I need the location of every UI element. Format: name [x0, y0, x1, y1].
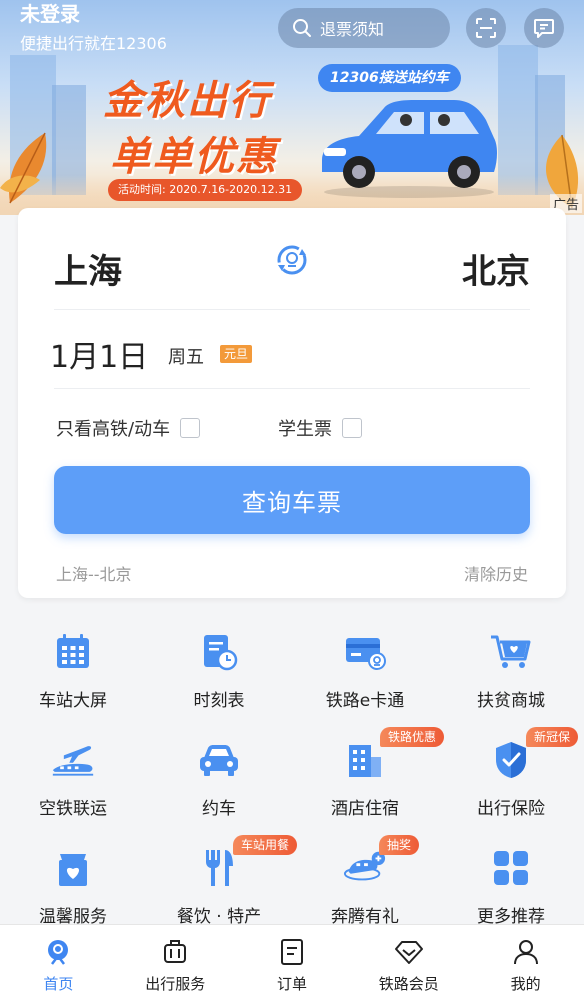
ecard-icon [346, 638, 386, 670]
service-air-rail[interactable]: 空铁联运 [0, 728, 146, 833]
car-illustration-icon [322, 100, 497, 198]
service-grid: 车站大屏 时刻表 铁路e卡通 扶贫商城 空铁联运 约车 酒店住宿 铁路优惠 出行… [0, 620, 584, 927]
service-timetable[interactable]: 时刻表 [146, 620, 292, 725]
service-label: 铁路e卡通 [325, 691, 405, 711]
tab-label: 出行服务 [145, 975, 206, 993]
tab-label: 首页 [43, 975, 74, 993]
high-speed-only-checkbox[interactable] [180, 418, 201, 438]
service-car[interactable]: 约车 [146, 728, 292, 833]
service-label: 扶贫商城 [477, 691, 545, 711]
promo-badge: 车站用餐 [233, 835, 298, 855]
campaign-period: 活动时间: 2020.7.16-2020.12.31 [108, 179, 303, 201]
tab-label: 铁路会员 [378, 975, 439, 993]
dining-icon [206, 850, 233, 886]
service-label: 出行保险 [477, 799, 545, 819]
hotel-icon [349, 745, 381, 777]
service-station-screen[interactable]: 车站大屏 [0, 620, 146, 725]
query-tickets-button[interactable]: 查询车票 [54, 466, 530, 534]
holiday-badge: 元旦 [220, 345, 253, 363]
tab-label: 我的 [510, 975, 541, 993]
bottom-tab-bar: 首页 出行服务 订单 铁路会员 我的 [0, 924, 584, 1000]
tab-profile[interactable]: 我的 [467, 925, 584, 1000]
login-subtitle: 便捷出行就在12306 [20, 34, 167, 53]
ticket-search-card: 上海 北京 1月1日 周五 元旦 只看高铁/动车 学生票 查询车票 上海--北京… [18, 208, 566, 598]
more-grid-icon [494, 851, 528, 885]
search-label: 退票须知 [320, 20, 385, 39]
air-rail-icon [52, 746, 94, 776]
service-ecard[interactable]: 铁路e卡通 [292, 620, 438, 725]
divider [54, 309, 530, 310]
profile-icon [513, 940, 538, 965]
insurance-shield-icon [496, 742, 526, 778]
home-train-icon [48, 940, 69, 965]
weekday: 周五 [168, 347, 204, 368]
service-mall[interactable]: 扶贫商城 [438, 620, 584, 725]
clear-history-button[interactable]: 清除历史 [464, 561, 528, 585]
scan-icon [476, 18, 496, 38]
service-label: 车站大屏 [39, 691, 107, 711]
travel-date[interactable]: 1月1日 [50, 332, 148, 376]
tab-label: 订单 [276, 975, 307, 993]
heart-service-icon [59, 854, 87, 886]
student-ticket-checkbox[interactable] [342, 418, 362, 438]
arrival-city[interactable]: 北京 [462, 244, 530, 293]
service-label: 约车 [202, 799, 236, 819]
diamond-icon [394, 941, 423, 964]
login-status[interactable]: 未登录 [20, 0, 80, 27]
student-ticket-option[interactable]: 学生票 [278, 415, 362, 441]
promo-badge: 新冠保 [526, 727, 579, 747]
search-icon [293, 19, 311, 37]
message-icon [534, 19, 554, 38]
service-label: 酒店住宿 [331, 799, 399, 819]
departure-city[interactable]: 上海 [54, 244, 122, 293]
promo-badge: 抽奖 [379, 835, 420, 855]
swap-stations-icon[interactable] [272, 240, 312, 280]
car-icon [200, 745, 238, 776]
tab-home[interactable]: 首页 [0, 925, 117, 1000]
station-screen-icon [57, 634, 89, 668]
shopping-cart-icon [491, 635, 531, 668]
divider [54, 388, 530, 389]
promo-headline-2: 单单优惠 [110, 134, 278, 180]
promo-badge: 铁路优惠 [380, 727, 445, 747]
message-button[interactable] [524, 8, 564, 48]
tab-membership[interactable]: 铁路会员 [350, 925, 467, 1000]
timetable-icon [204, 635, 238, 671]
tab-travel-services[interactable]: 出行服务 [117, 925, 234, 1000]
promo-banner[interactable]: 未登录 便捷出行就在12306 退票须知 金秋出行 单单优惠 活动时间: 202… [0, 0, 584, 215]
luggage-icon [164, 940, 187, 963]
pickup-car-tag: 12306接送站约车 [318, 64, 461, 92]
student-ticket-label: 学生票 [278, 419, 332, 440]
high-speed-only-option[interactable]: 只看高铁/动车 [56, 415, 201, 441]
high-speed-only-label: 只看高铁/动车 [56, 419, 171, 440]
tab-orders[interactable]: 订单 [234, 925, 351, 1000]
service-label: 空铁联运 [39, 799, 107, 819]
refund-notice-search[interactable]: 退票须知 [278, 8, 450, 48]
service-label: 时刻表 [193, 691, 245, 711]
history-route[interactable]: 上海--北京 [56, 561, 132, 585]
scan-button[interactable] [466, 8, 506, 48]
autumn-leaf-icon [0, 132, 47, 204]
promo-headline: 金秋出行 [103, 78, 271, 124]
order-icon [280, 939, 303, 965]
